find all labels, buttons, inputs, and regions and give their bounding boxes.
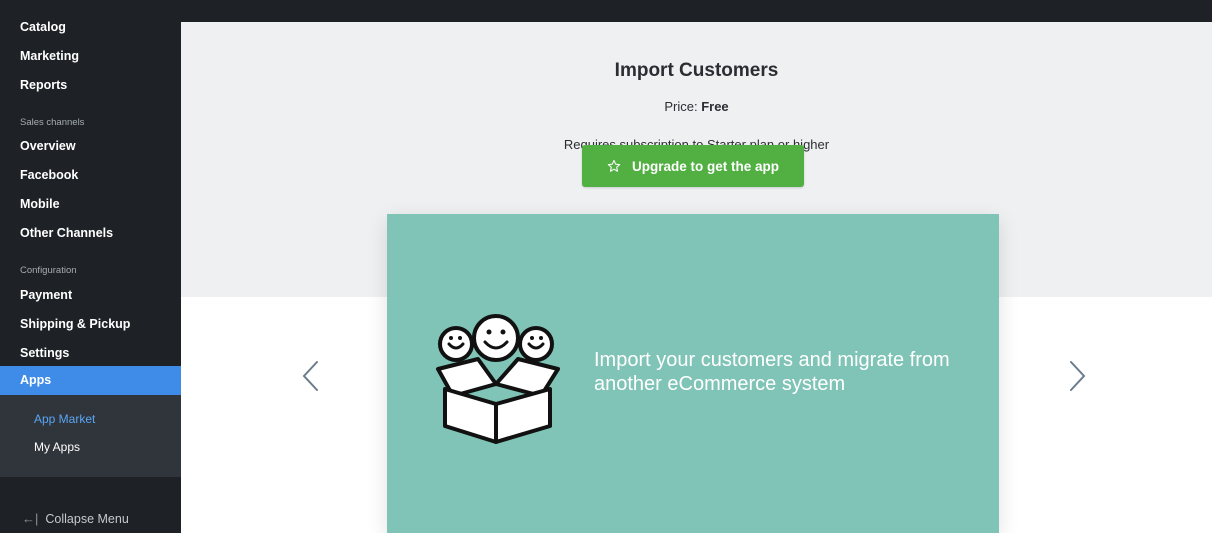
sidebar-item-mobile[interactable]: Mobile xyxy=(20,197,60,211)
sidebar-subitem-my-apps[interactable]: My Apps xyxy=(34,440,80,454)
sidebar-item-overview[interactable]: Overview xyxy=(20,139,76,153)
sidebar-item-reports[interactable]: Reports xyxy=(20,78,67,92)
sidebar-submenu-apps: App Market My Apps xyxy=(0,395,181,477)
star-outline-icon xyxy=(607,159,621,172)
upgrade-button-label: Upgrade to get the app xyxy=(631,158,779,174)
sidebar-section-configuration: Configuration xyxy=(20,265,77,276)
carousel-prev-button[interactable] xyxy=(299,358,323,399)
carousel-slide: Import your customers and migrate from a… xyxy=(387,214,999,533)
sidebar-item-apps-label: Apps xyxy=(20,373,52,387)
box-with-people-icon xyxy=(436,314,560,444)
chevron-right-icon xyxy=(1070,361,1086,391)
sidebar-item-facebook[interactable]: Facebook xyxy=(20,168,78,182)
collapse-arrow-icon: ←| xyxy=(22,511,39,526)
carousel-next-button[interactable] xyxy=(1065,358,1089,399)
page-title: Import Customers xyxy=(614,60,779,81)
upgrade-button[interactable]: Upgrade to get the app xyxy=(582,145,804,187)
chevron-left-icon xyxy=(302,361,318,391)
sidebar-section-sales-channels: Sales channels xyxy=(20,117,85,128)
slide-caption: Import your customers and migrate from a… xyxy=(594,349,950,395)
price-label: Price: xyxy=(664,99,698,114)
price-line: Price: Free xyxy=(181,99,1212,114)
sidebar-item-shipping-pickup[interactable]: Shipping & Pickup xyxy=(20,317,130,331)
sidebar-item-settings[interactable]: Settings xyxy=(20,346,69,360)
sidebar-item-apps[interactable]: Apps xyxy=(0,366,181,395)
sidebar-item-marketing[interactable]: Marketing xyxy=(20,49,79,63)
sidebar-item-other-channels[interactable]: Other Channels xyxy=(20,226,113,240)
price-value: Free xyxy=(701,99,729,114)
collapse-menu-button[interactable]: ←| Collapse Menu xyxy=(22,511,129,526)
sidebar-item-catalog[interactable]: Catalog xyxy=(20,20,66,34)
top-bar xyxy=(181,0,1212,22)
collapse-menu-label: Collapse Menu xyxy=(45,511,129,526)
sidebar-item-payment[interactable]: Payment xyxy=(20,288,72,302)
sidebar: Catalog Marketing Reports Sales channels… xyxy=(0,0,181,533)
sidebar-subitem-app-market[interactable]: App Market xyxy=(34,412,95,426)
